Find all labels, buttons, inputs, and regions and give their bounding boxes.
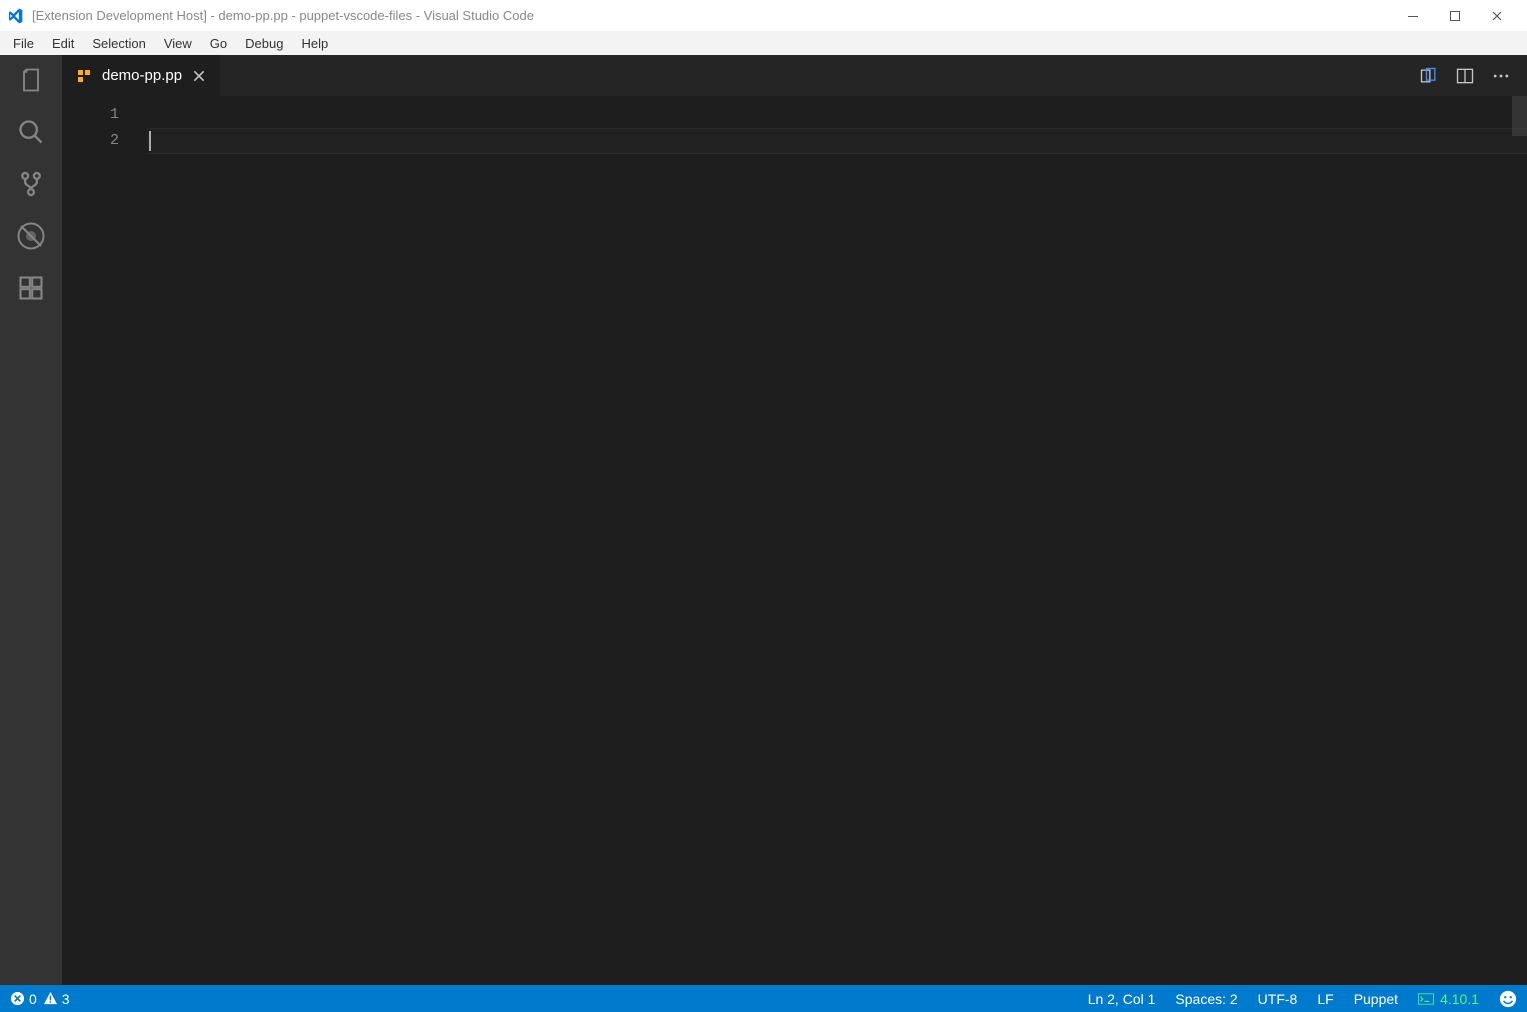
menu-file[interactable]: File — [4, 34, 43, 53]
text-cursor — [149, 131, 151, 151]
vscode-logo-icon — [6, 7, 24, 25]
menu-edit[interactable]: Edit — [43, 34, 83, 53]
puppet-version-text: 4.10.1 — [1440, 991, 1479, 1007]
source-control-icon[interactable] — [16, 169, 46, 199]
files-icon[interactable] — [16, 65, 46, 95]
tab-close-icon[interactable] — [192, 69, 206, 83]
puppet-file-icon — [76, 68, 92, 84]
warnings-item[interactable]: 3 — [43, 991, 70, 1007]
maximize-button[interactable] — [1449, 10, 1469, 22]
menu-go[interactable]: Go — [201, 34, 236, 53]
editor[interactable]: 1 2 — [62, 96, 1527, 985]
close-button[interactable] — [1491, 10, 1511, 22]
line-number: 1 — [62, 102, 119, 128]
debug-icon[interactable] — [16, 221, 46, 251]
more-actions-icon[interactable] — [1491, 66, 1511, 86]
statusbar-right: Ln 2, Col 1 Spaces: 2 UTF-8 LF Puppet 4.… — [1088, 990, 1517, 1008]
error-count: 0 — [29, 991, 37, 1007]
puppet-version-item[interactable]: 4.10.1 — [1418, 991, 1479, 1007]
extensions-icon[interactable] — [16, 273, 46, 303]
errors-item[interactable]: 0 — [10, 991, 37, 1007]
menu-selection[interactable]: Selection — [83, 34, 154, 53]
minimap-scrollbar[interactable] — [1512, 96, 1527, 136]
menu-view[interactable]: View — [155, 34, 201, 53]
warning-count: 3 — [62, 991, 70, 1007]
workspace: demo-pp.pp 1 2 — [0, 55, 1527, 985]
line-col-item[interactable]: Ln 2, Col 1 — [1088, 991, 1156, 1007]
code-area[interactable] — [147, 96, 1527, 985]
line-number: 2 — [62, 128, 119, 154]
activitybar — [0, 55, 62, 985]
current-line-highlight — [147, 128, 1527, 154]
tab-filename: demo-pp.pp — [102, 67, 182, 84]
window-controls — [1407, 10, 1521, 22]
window-title: [Extension Development Host] - demo-pp.p… — [32, 8, 534, 23]
split-editor-icon[interactable] — [1455, 66, 1475, 86]
menubar: File Edit Selection View Go Debug Help — [0, 31, 1527, 55]
tabbar: demo-pp.pp — [62, 55, 1527, 96]
feedback-icon[interactable] — [1499, 990, 1517, 1008]
indentation-item[interactable]: Spaces: 2 — [1175, 991, 1237, 1007]
line-gutter: 1 2 — [62, 96, 147, 985]
statusbar-left: 0 3 — [10, 991, 70, 1007]
search-icon[interactable] — [16, 117, 46, 147]
statusbar: 0 3 Ln 2, Col 1 Spaces: 2 UTF-8 LF Puppe… — [0, 985, 1527, 1012]
minimize-button[interactable] — [1407, 10, 1427, 22]
compare-changes-icon[interactable] — [1419, 66, 1439, 86]
editor-area: demo-pp.pp 1 2 — [62, 55, 1527, 985]
language-mode-item[interactable]: Puppet — [1354, 991, 1398, 1007]
encoding-item[interactable]: UTF-8 — [1258, 991, 1298, 1007]
tab-demo-pp[interactable]: demo-pp.pp — [62, 55, 220, 96]
titlebar: [Extension Development Host] - demo-pp.p… — [0, 0, 1527, 31]
tab-actions — [1403, 55, 1527, 96]
menu-help[interactable]: Help — [292, 34, 337, 53]
terminal-icon — [1418, 993, 1434, 1005]
eol-item[interactable]: LF — [1317, 991, 1333, 1007]
menu-debug[interactable]: Debug — [236, 34, 292, 53]
tabbar-spacer — [220, 55, 1403, 96]
